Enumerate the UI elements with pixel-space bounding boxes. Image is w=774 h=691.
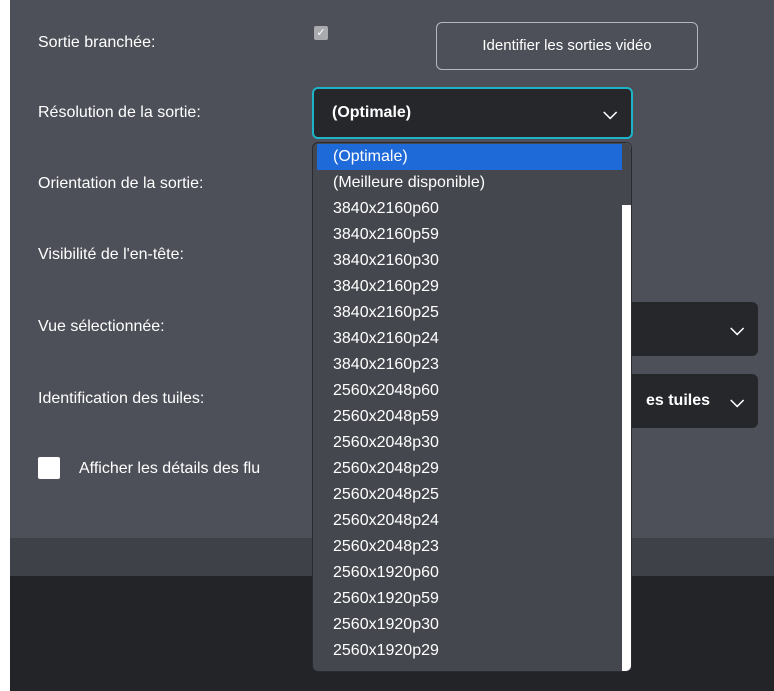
- resolution-option[interactable]: 2560x2048p23: [317, 534, 623, 560]
- resolution-option[interactable]: 2560x2048p29: [317, 456, 623, 482]
- resolution-option[interactable]: 2560x2048p30: [317, 430, 623, 456]
- resolution-option[interactable]: 2560x1920p60: [317, 560, 623, 586]
- resolution-option[interactable]: 3840x2160p60: [317, 196, 623, 222]
- resolution-dropdown-list[interactable]: (Optimale) (Meilleure disponible) 3840x216…: [312, 142, 632, 672]
- resolution-select[interactable]: (Optimale) ⌵: [312, 87, 633, 139]
- resolution-option[interactable]: 2560x2048p25: [317, 482, 623, 508]
- resolution-option[interactable]: (Meilleure disponible): [317, 170, 623, 196]
- identify-outputs-button[interactable]: Identifier les sorties vidéo: [436, 22, 698, 70]
- output-connected-label: Sortie branchée:: [38, 34, 156, 51]
- resolution-option[interactable]: (Optimale): [317, 144, 623, 170]
- chevron-down-icon: ⌵: [730, 391, 744, 411]
- resolution-option[interactable]: 3840x2160p25: [317, 300, 623, 326]
- tile-identification-label: Identification des tuiles:: [38, 390, 205, 407]
- resolution-option[interactable]: 3840x2160p59: [317, 222, 623, 248]
- output-connected-checkbox: ✓: [314, 26, 328, 40]
- resolution-option[interactable]: 2560x1920p29: [317, 638, 623, 664]
- resolution-option[interactable]: 2560x1920p30: [317, 612, 623, 638]
- resolution-option[interactable]: 2560x2048p59: [317, 404, 623, 430]
- resolution-option[interactable]: 3840x2160p30: [317, 248, 623, 274]
- chevron-down-icon: ⌵: [603, 103, 617, 123]
- check-icon: ✓: [316, 27, 326, 39]
- show-stream-details-label: Afficher les détails des flu: [79, 460, 261, 477]
- resolution-option[interactable]: 3840x2160p29: [317, 274, 623, 300]
- resolution-option[interactable]: 2560x2048p24: [317, 508, 623, 534]
- resolution-option[interactable]: 2560x1920p59: [317, 586, 623, 612]
- resolution-option[interactable]: 3840x2160p24: [317, 326, 623, 352]
- dropdown-scrollbar[interactable]: [622, 143, 631, 671]
- show-stream-details-checkbox[interactable]: [38, 457, 60, 479]
- resolution-option[interactable]: 3840x2160p23: [317, 352, 623, 378]
- scrollbar-thumb[interactable]: [622, 143, 631, 205]
- chevron-down-icon: ⌵: [730, 319, 744, 339]
- resolution-option[interactable]: 2560x2048p60: [317, 378, 623, 404]
- output-orientation-label: Orientation de la sortie:: [38, 175, 204, 192]
- output-resolution-label: Résolution de la sortie:: [38, 104, 201, 121]
- selected-view-label: Vue sélectionnée:: [38, 318, 165, 335]
- header-visibility-label: Visibilité de l'en-tête:: [38, 246, 184, 263]
- resolution-select-value: (Optimale): [332, 104, 412, 121]
